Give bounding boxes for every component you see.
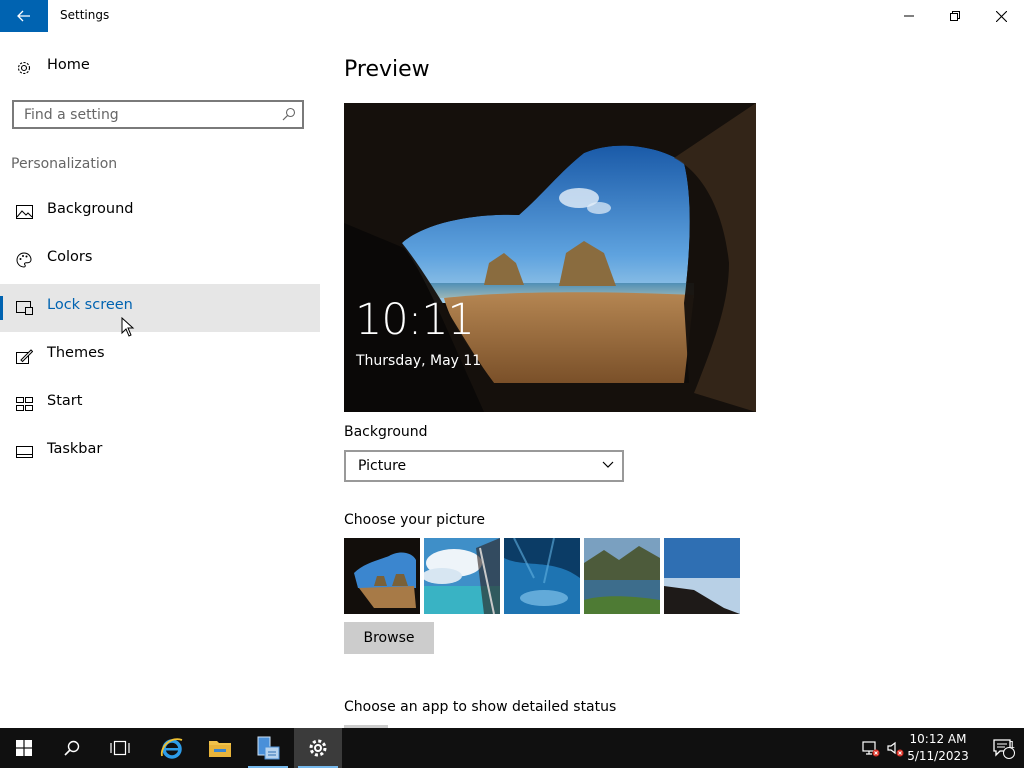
background-dropdown[interactable]: Picture [344, 450, 624, 482]
sidebar-item-label: Lock screen [47, 297, 133, 313]
search-box[interactable] [12, 100, 304, 129]
themes-icon [15, 348, 33, 364]
selection-indicator [0, 296, 3, 320]
title-bar: Settings [0, 0, 1024, 32]
sidebar-item-colors[interactable]: Colors [0, 236, 320, 284]
restore-icon [950, 11, 960, 21]
sidebar-item-themes[interactable]: Themes [0, 332, 320, 380]
picture-thumbnail[interactable] [424, 538, 500, 614]
background-label: Background [344, 424, 428, 440]
sidebar-item-label: Taskbar [47, 441, 103, 457]
taskbar-settings[interactable] [294, 728, 342, 768]
sidebar-item-label: Colors [47, 249, 93, 265]
start-button[interactable] [0, 728, 48, 768]
taskbar-server-manager[interactable] [244, 728, 292, 768]
minimize-icon [904, 15, 914, 17]
picture-thumbnail[interactable] [664, 538, 740, 614]
action-center-button[interactable]: 1 [982, 728, 1024, 768]
taskbar-internet-explorer[interactable] [148, 728, 196, 768]
picture-icon [15, 204, 33, 220]
internet-explorer-icon [160, 738, 183, 759]
back-button[interactable] [0, 0, 48, 32]
sidebar: Home Personalization Background Colors L… [0, 32, 320, 728]
close-icon [995, 10, 1007, 22]
back-arrow-icon [17, 10, 30, 22]
dropdown-value: Picture [358, 458, 407, 474]
browse-button[interactable]: Browse [344, 622, 434, 654]
clock-date: 5/11/2023 [907, 749, 969, 763]
minimize-button[interactable] [886, 0, 932, 32]
start-icon [15, 396, 33, 412]
taskbar-file-explorer[interactable] [196, 728, 244, 768]
sidebar-item-start[interactable]: Start [0, 380, 320, 428]
restore-button[interactable] [932, 0, 978, 32]
windows-logo-icon [16, 740, 32, 756]
preview-time: 10:11 [355, 295, 475, 345]
section-heading: Personalization [11, 156, 118, 172]
taskbar: 10:12 AM 5/11/2023 1 [0, 728, 1024, 768]
network-icon[interactable] [862, 739, 880, 757]
lock-screen-preview: 10:11 Thursday, May 11 [344, 103, 756, 412]
folder-icon [209, 741, 231, 757]
task-view-button[interactable] [96, 728, 144, 768]
task-view-icon [110, 740, 130, 756]
lock-screen-icon [15, 300, 33, 316]
system-clock[interactable]: 10:12 AM 5/11/2023 [905, 731, 971, 765]
sidebar-item-lock-screen[interactable]: Lock screen [0, 284, 320, 332]
sidebar-item-home[interactable]: Home [0, 44, 320, 92]
picture-thumbnail[interactable] [584, 538, 660, 614]
chevron-down-icon [602, 461, 614, 468]
mouse-cursor-icon [121, 317, 135, 337]
choose-picture-label: Choose your picture [344, 512, 485, 528]
sidebar-item-label: Home [47, 57, 90, 73]
gear-icon [309, 739, 327, 757]
page-title: Preview [344, 57, 430, 82]
gear-icon [15, 60, 33, 76]
sidebar-item-background[interactable]: Background [0, 188, 320, 236]
window-title: Settings [60, 8, 110, 22]
picture-thumbnail[interactable] [344, 538, 420, 614]
palette-icon [15, 252, 33, 268]
server-manager-icon [257, 736, 280, 760]
notification-count-badge: 1 [1008, 740, 1016, 751]
clock-time: 10:12 AM [909, 732, 967, 746]
preview-date: Thursday, May 11 [356, 353, 482, 369]
close-button[interactable] [978, 0, 1024, 32]
sidebar-item-label: Start [47, 393, 83, 409]
taskbar-icon [15, 444, 33, 460]
search-icon [64, 740, 80, 756]
sidebar-item-taskbar[interactable]: Taskbar [0, 428, 320, 476]
sidebar-item-label: Themes [47, 345, 105, 361]
picture-thumbnails [344, 538, 740, 614]
taskbar-search-button[interactable] [48, 728, 96, 768]
search-input[interactable] [14, 102, 284, 127]
volume-muted-icon[interactable] [886, 739, 904, 757]
search-icon[interactable] [282, 107, 296, 121]
picture-thumbnail[interactable] [504, 538, 580, 614]
detailed-status-label: Choose an app to show detailed status [344, 699, 617, 715]
main-content: Preview 10:11 Thursday, May 11 Backgroun… [320, 32, 1024, 728]
sidebar-item-label: Background [47, 201, 134, 217]
